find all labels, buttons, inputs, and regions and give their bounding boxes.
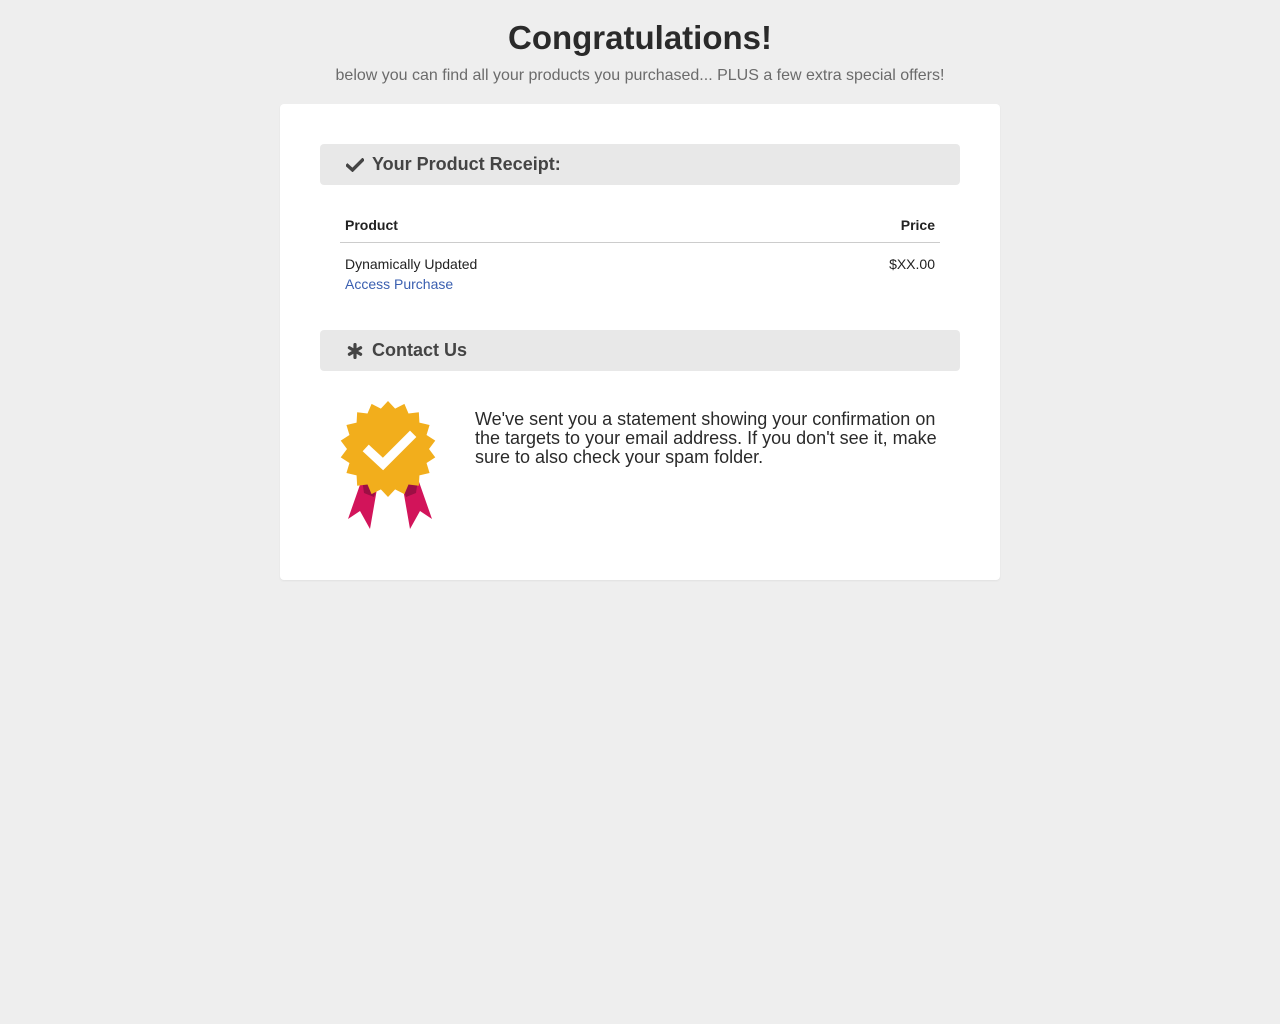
table-header-row: Product Price <box>340 216 940 243</box>
asterisk-icon <box>345 341 365 361</box>
page-header: Congratulations! below you can find all … <box>0 0 1280 86</box>
award-badge-icon <box>340 401 436 529</box>
page-subtitle: below you can find all your products you… <box>335 67 945 84</box>
contact-section-header: Contact Us <box>320 330 960 371</box>
product-name: Dynamically Updated <box>345 256 478 272</box>
product-price: $XX.00 <box>889 256 935 272</box>
contact-section: Contact Us We've sent you a statement sh… <box>320 330 960 531</box>
page-title: Congratulations! <box>508 19 772 56</box>
receipt-table: Product Price Dynamically Updated Access… <box>340 216 940 294</box>
product-column-header: Product <box>345 217 398 233</box>
contact-body: We've sent you a statement showing your … <box>320 401 960 531</box>
confirmation-message: We've sent you a statement showing your … <box>475 409 937 467</box>
contact-section-title: Contact Us <box>372 340 468 360</box>
price-column-header: Price <box>900 217 935 233</box>
receipt-section-header: Your Product Receipt: <box>320 144 960 185</box>
check-icon <box>345 155 365 175</box>
product-cell: Dynamically Updated Access Purchase <box>345 254 477 294</box>
access-purchase-link[interactable]: Access Purchase <box>345 274 477 294</box>
table-row: Dynamically Updated Access Purchase $XX.… <box>340 243 940 294</box>
receipt-card: Your Product Receipt: Product Price Dyna… <box>280 104 1000 580</box>
receipt-section-title: Your Product Receipt: <box>372 154 561 174</box>
